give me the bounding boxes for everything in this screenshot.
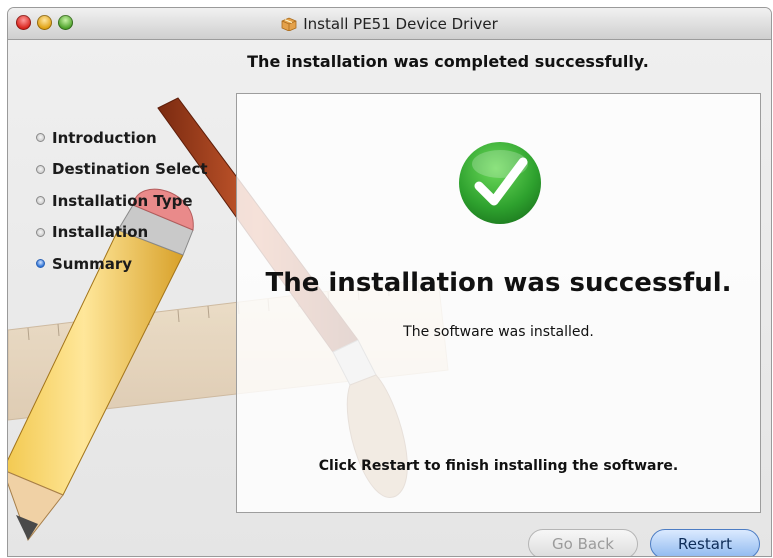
step-label: Installation Type (52, 191, 193, 210)
installer-steps: Introduction Destination Select Installa… (36, 122, 256, 280)
active-step-bullet-icon (36, 259, 45, 269)
step-installation-type: Installation Type (36, 185, 256, 217)
step-bullet-icon (36, 133, 45, 143)
step-installation: Installation (36, 217, 256, 249)
step-destination-select: Destination Select (36, 154, 256, 186)
checkmark-icon (459, 142, 541, 224)
go-back-button[interactable]: Go Back (528, 529, 638, 556)
step-bullet-icon (36, 196, 45, 206)
step-summary: Summary (36, 248, 256, 280)
window-title: Install PE51 Device Driver (303, 14, 498, 33)
success-title: The installation was successful. (265, 268, 732, 298)
step-label: Summary (52, 254, 133, 273)
title-bar[interactable]: Install PE51 Device Driver (8, 8, 771, 40)
step-bullet-icon (36, 164, 45, 174)
success-subtitle: The software was installed. (403, 324, 594, 340)
step-label: Introduction (52, 128, 157, 147)
installer-content: The installation was completed successfu… (8, 40, 771, 556)
step-bullet-icon (36, 227, 45, 237)
step-label: Installation (52, 223, 149, 242)
restart-instruction: Click Restart to finish installing the s… (318, 458, 679, 474)
step-label: Destination Select (52, 160, 208, 179)
step-introduction: Introduction (36, 122, 256, 154)
restart-button[interactable]: Restart (650, 529, 760, 556)
window-title-group: Install PE51 Device Driver (8, 8, 771, 39)
installer-window: Install PE51 Device Driver The installat… (8, 8, 771, 556)
package-icon (281, 17, 297, 31)
